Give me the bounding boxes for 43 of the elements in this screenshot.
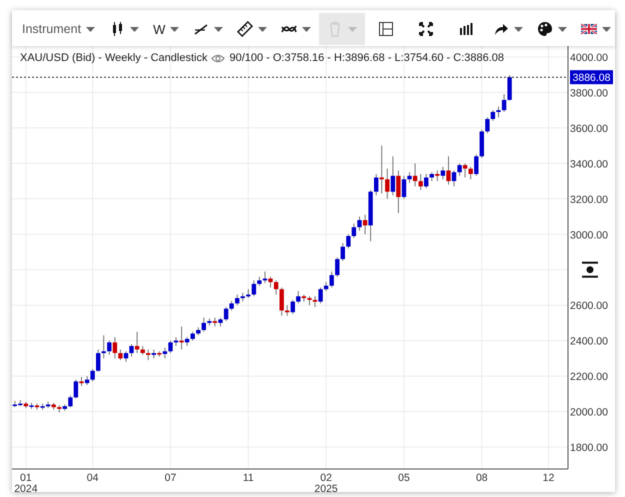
x-axis-label: 02 2025 [314, 472, 338, 492]
bar-chart-icon [458, 21, 474, 37]
price-tag: 3886.08 [570, 70, 613, 84]
caret-icon [214, 26, 224, 32]
eye-icon[interactable] [211, 54, 226, 62]
flag-icon [581, 21, 598, 37]
y-axis-label: 3000.00 [570, 229, 608, 242]
palette-icon [537, 21, 554, 37]
y-axis-label: 2200.00 [570, 371, 608, 384]
dropdown-button[interactable]: W [147, 13, 186, 45]
caret-icon [348, 26, 358, 32]
y-axis-label: 3200.00 [570, 194, 608, 206]
dropdown-button[interactable]: Instrument [16, 13, 102, 45]
caret-icon [86, 26, 96, 32]
ohlc-readout: 90/100 - O:3758.16 - H:3896.68 - L:3754.60 - C:3886.08 [229, 52, 504, 64]
caret-icon [514, 26, 524, 32]
x-axis-label: 01 2024 [14, 472, 38, 492]
caret-icon [258, 26, 268, 32]
arrow-icon [493, 21, 510, 37]
y-axis-label: 3800.00 [570, 87, 608, 100]
caret-icon [602, 26, 612, 32]
ruler-icon [237, 21, 254, 37]
chart-title: XAU/USD (Bid) - Weekly - Candlestick [20, 52, 208, 64]
x-axis-label: 05 [398, 472, 410, 484]
x-axis-label: 07 [164, 472, 176, 484]
y-axis-label: 3600.00 [570, 122, 608, 135]
y-axis-label: 2000.00 [570, 406, 608, 419]
x-axis-label: 12 [542, 472, 554, 484]
caret-icon [170, 26, 180, 32]
y-axis-label: 1800.00 [570, 442, 608, 454]
y-axis-label: 2600.00 [570, 300, 608, 312]
x-axis-label: 11 [242, 472, 254, 484]
fullscreen-icon [418, 21, 434, 37]
caret-icon [130, 26, 140, 32]
caret-icon [302, 26, 312, 32]
y-axis-label: 4000.00 [570, 52, 608, 64]
y-axis-label: 2400.00 [570, 336, 608, 348]
caret-icon [558, 26, 568, 32]
ref-line-label: 3886.08 [572, 72, 611, 84]
x-axis-label: 08 [476, 472, 488, 484]
x-axis-label: 04 [86, 472, 98, 484]
drag-handle-icon[interactable] [581, 262, 599, 278]
y-axis-label: 3400.00 [570, 158, 608, 170]
